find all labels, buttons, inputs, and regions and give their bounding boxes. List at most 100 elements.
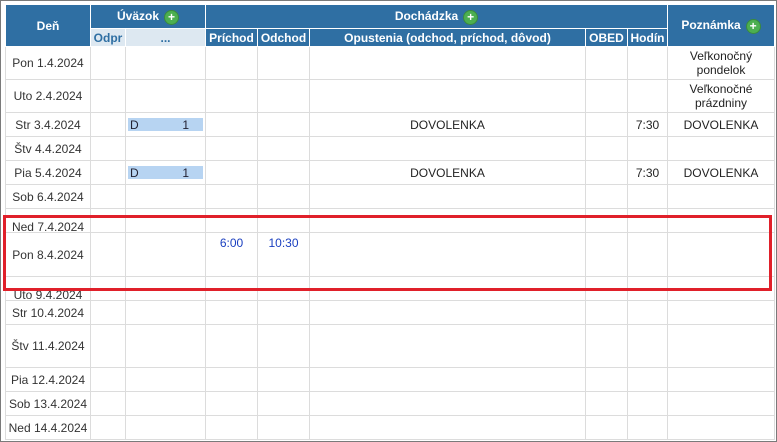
- uvazok-cell[interactable]: [125, 232, 206, 277]
- note-cell[interactable]: [667, 136, 775, 161]
- odchod-cell[interactable]: 10:30: [257, 232, 310, 277]
- opustenia-cell[interactable]: DOVOLENKA: [309, 160, 586, 185]
- odchod-cell[interactable]: [257, 300, 310, 325]
- uvazok-cell[interactable]: [125, 46, 206, 80]
- uvazok-badge[interactable]: D1: [128, 166, 203, 180]
- opustenia-cell[interactable]: [309, 79, 586, 113]
- note-cell[interactable]: DOVOLENKA: [667, 112, 775, 137]
- obed-cell[interactable]: [585, 208, 628, 233]
- hodin-cell[interactable]: [627, 300, 668, 325]
- hodin-cell[interactable]: 7:30: [627, 160, 668, 185]
- note-cell[interactable]: [667, 232, 775, 277]
- opustenia-cell[interactable]: [309, 46, 586, 80]
- obed-cell[interactable]: [585, 391, 628, 416]
- uvazok-cell[interactable]: [125, 367, 206, 392]
- add-poznamka-plus-icon[interactable]: +: [745, 18, 761, 34]
- uvazok-cell[interactable]: [125, 184, 206, 209]
- odchod-cell[interactable]: [257, 367, 310, 392]
- uvazok-cell[interactable]: [125, 79, 206, 113]
- uvazok-cell[interactable]: [125, 391, 206, 416]
- prichod-cell[interactable]: 6:00: [205, 232, 258, 277]
- note-cell[interactable]: [667, 276, 775, 301]
- table-row[interactable]: Ned 7.4.2024: [5, 208, 775, 233]
- table-row[interactable]: Ned 14.4.2024: [5, 415, 775, 440]
- uvazok-cell[interactable]: [125, 136, 206, 161]
- prichod-cell[interactable]: [205, 367, 258, 392]
- odpr-cell[interactable]: [90, 46, 126, 80]
- hodin-cell[interactable]: [627, 136, 668, 161]
- prichod-cell[interactable]: [205, 276, 258, 301]
- hodin-cell[interactable]: [627, 184, 668, 209]
- add-dochadzka-plus-icon[interactable]: +: [463, 9, 479, 25]
- odchod-cell[interactable]: [257, 46, 310, 80]
- odchod-cell[interactable]: [257, 208, 310, 233]
- odchod-cell[interactable]: [257, 136, 310, 161]
- obed-cell[interactable]: [585, 300, 628, 325]
- table-row[interactable]: Str 10.4.2024: [5, 300, 775, 325]
- opustenia-cell[interactable]: [309, 276, 586, 301]
- opustenia-cell[interactable]: [309, 300, 586, 325]
- hodin-cell[interactable]: [627, 367, 668, 392]
- opustenia-cell[interactable]: [309, 367, 586, 392]
- uvazok-cell[interactable]: [125, 276, 206, 301]
- odpr-cell[interactable]: [90, 276, 126, 301]
- odchod-cell[interactable]: [257, 112, 310, 137]
- opustenia-cell[interactable]: [309, 184, 586, 209]
- prichod-cell[interactable]: [205, 184, 258, 209]
- hodin-cell[interactable]: [627, 415, 668, 440]
- obed-cell[interactable]: [585, 276, 628, 301]
- odchod-cell[interactable]: [257, 276, 310, 301]
- prichod-cell[interactable]: [205, 112, 258, 137]
- prichod-cell[interactable]: [205, 208, 258, 233]
- prichod-cell[interactable]: [205, 391, 258, 416]
- note-cell[interactable]: [667, 324, 775, 368]
- prichod-cell[interactable]: [205, 46, 258, 80]
- table-row[interactable]: Pia 12.4.2024: [5, 367, 775, 392]
- odpr-cell[interactable]: [90, 367, 126, 392]
- table-row[interactable]: Uto 2.4.2024 Veľkonočné prázdniny: [5, 79, 775, 113]
- hodin-cell[interactable]: [627, 46, 668, 80]
- uvazok-cell[interactable]: [125, 415, 206, 440]
- hodin-cell[interactable]: [627, 79, 668, 113]
- prichod-cell[interactable]: [205, 324, 258, 368]
- obed-cell[interactable]: [585, 324, 628, 368]
- odpr-cell[interactable]: [90, 415, 126, 440]
- opustenia-cell[interactable]: [309, 415, 586, 440]
- table-row[interactable]: Uto 9.4.2024: [5, 276, 775, 301]
- obed-cell[interactable]: [585, 46, 628, 80]
- uvazok-cell[interactable]: [125, 208, 206, 233]
- obed-cell[interactable]: [585, 112, 628, 137]
- odpr-cell[interactable]: [90, 232, 126, 277]
- prichod-cell[interactable]: [205, 160, 258, 185]
- uvazok-cell[interactable]: [125, 300, 206, 325]
- odpr-cell[interactable]: [90, 324, 126, 368]
- table-row[interactable]: Štv 11.4.2024: [5, 324, 775, 368]
- obed-cell[interactable]: [585, 136, 628, 161]
- hodin-cell[interactable]: [627, 232, 668, 277]
- obed-cell[interactable]: [585, 160, 628, 185]
- odchod-cell[interactable]: [257, 415, 310, 440]
- table-row[interactable]: Sob 13.4.2024: [5, 391, 775, 416]
- odchod-cell[interactable]: [257, 324, 310, 368]
- opustenia-cell[interactable]: DOVOLENKA: [309, 112, 586, 137]
- uvazok-badge[interactable]: D1: [128, 118, 203, 132]
- table-row[interactable]: Str 3.4.2024 D1 DOVOLENKA 7:30 DOVOLENKA: [5, 112, 775, 137]
- uvazok-cell[interactable]: D1: [125, 112, 206, 137]
- obed-cell[interactable]: [585, 415, 628, 440]
- note-cell[interactable]: [667, 415, 775, 440]
- prichod-cell[interactable]: [205, 300, 258, 325]
- table-row[interactable]: Pon 1.4.2024 Veľkonočný pondelok: [5, 46, 775, 80]
- odchod-cell[interactable]: [257, 79, 310, 113]
- odpr-cell[interactable]: [90, 136, 126, 161]
- table-row[interactable]: Štv 4.4.2024: [5, 136, 775, 161]
- odchod-cell[interactable]: [257, 391, 310, 416]
- note-cell[interactable]: [667, 208, 775, 233]
- uvazok-cell[interactable]: [125, 324, 206, 368]
- odpr-cell[interactable]: [90, 391, 126, 416]
- hodin-cell[interactable]: [627, 324, 668, 368]
- odpr-cell[interactable]: [90, 79, 126, 113]
- opustenia-cell[interactable]: [309, 324, 586, 368]
- obed-cell[interactable]: [585, 184, 628, 209]
- hodin-cell[interactable]: [627, 208, 668, 233]
- hodin-cell[interactable]: [627, 391, 668, 416]
